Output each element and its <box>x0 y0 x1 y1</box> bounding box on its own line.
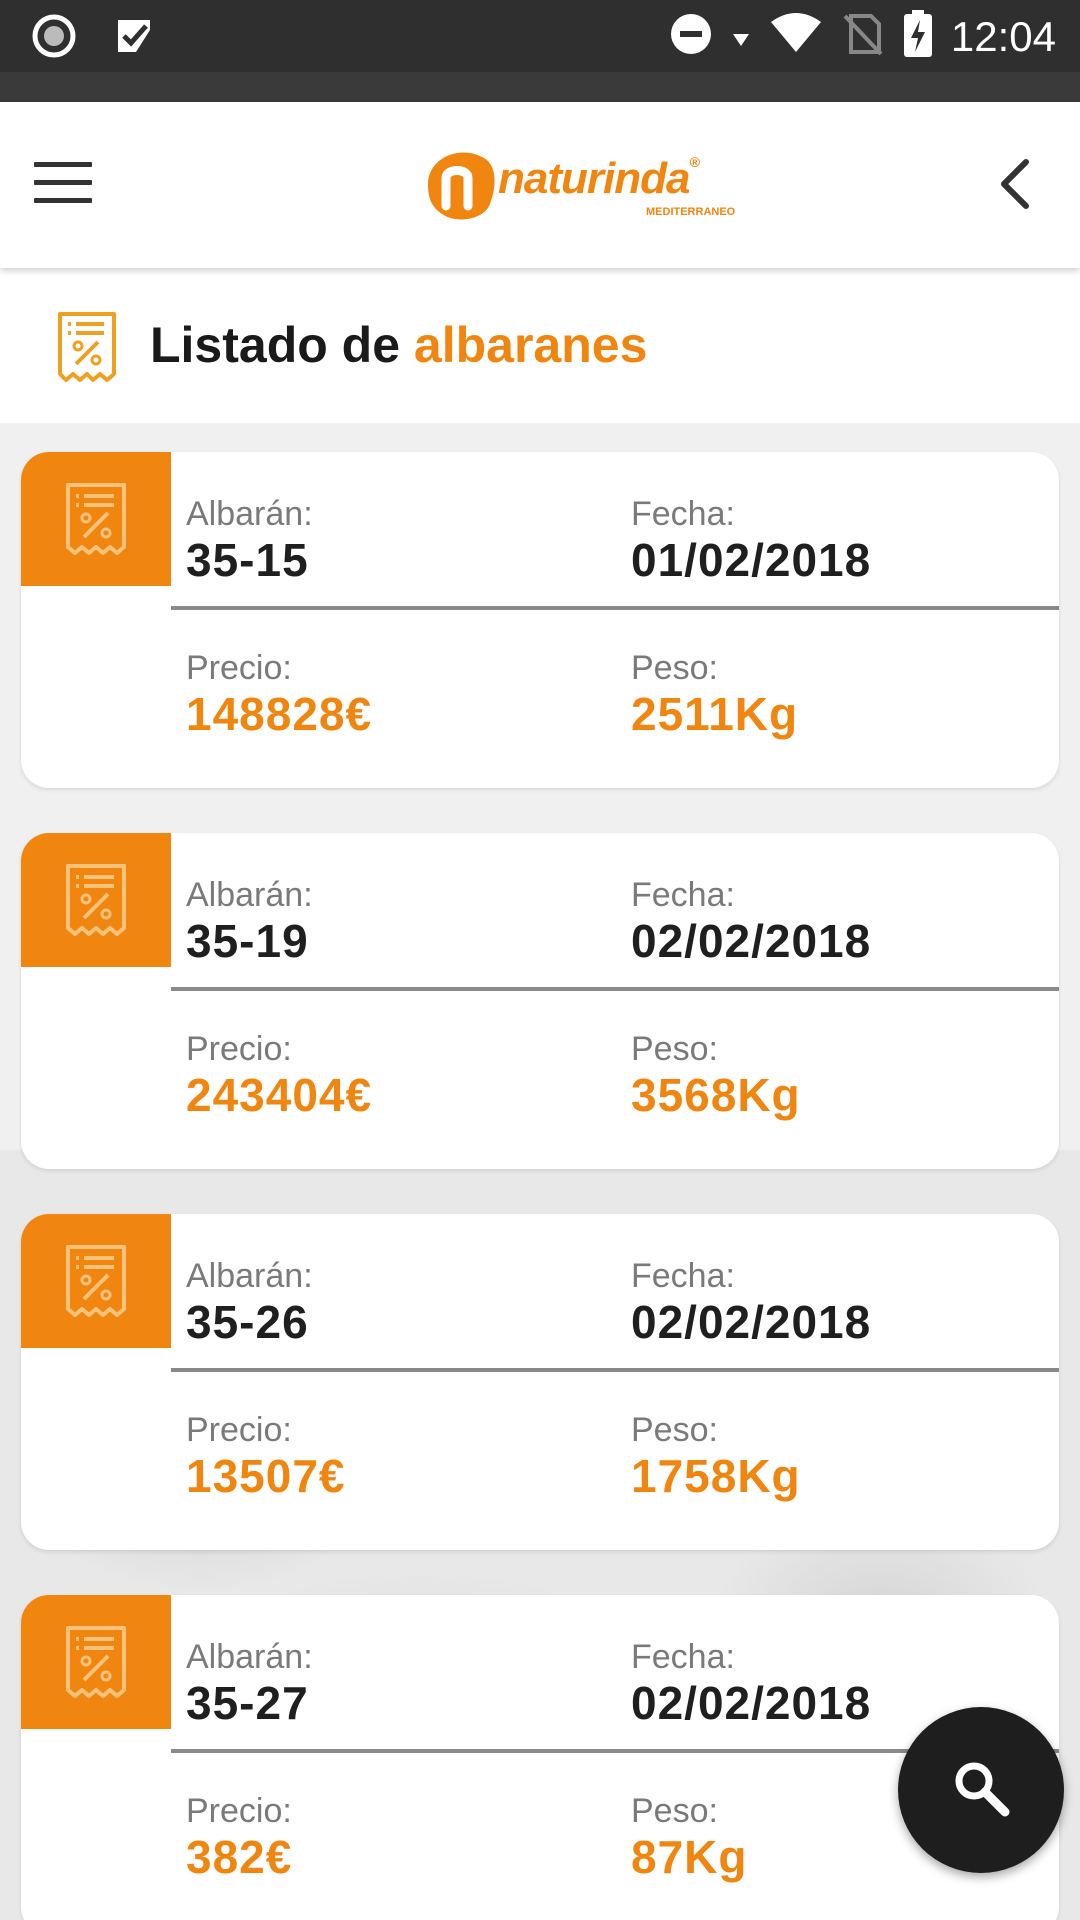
search-icon <box>949 1756 1013 1825</box>
precio-field: Precio: 13507€ <box>186 1411 346 1502</box>
albaranes-list: Albarán: 35-15 Fecha: 01/02/2018 Precio: 14… <box>0 0 1080 1920</box>
fecha-field: Fecha: 02/02/2018 <box>631 1638 872 1729</box>
fecha-field: Fecha: 02/02/2018 <box>631 876 872 967</box>
peso-field: Peso: 1758Kg <box>631 1411 801 1502</box>
card-divider <box>171 987 1059 991</box>
precio-field: Precio: 148828€ <box>186 649 373 740</box>
albaran-field: Albarán: 35-19 <box>186 876 313 967</box>
naturinda-logo: naturinda® MEDITERRANEO <box>420 140 735 230</box>
receipt-percent-icon <box>21 452 171 586</box>
fecha-field: Fecha: 01/02/2018 <box>631 495 872 586</box>
albaran-card[interactable]: Albarán: 35-26 Fecha: 02/02/2018 Precio: 13… <box>21 1214 1059 1550</box>
albaran-card[interactable]: Albarán: 35-19 Fecha: 02/02/2018 Precio: 24… <box>21 833 1059 1169</box>
albaran-field: Albarán: 35-15 <box>186 495 313 586</box>
app-bar: naturinda® MEDITERRANEO <box>0 102 1080 268</box>
hamburger-menu-icon[interactable] <box>34 162 92 203</box>
receipt-percent-icon <box>21 1595 171 1729</box>
peso-field: Peso: 87Kg <box>631 1792 748 1883</box>
receipt-percent-icon <box>21 1214 171 1348</box>
logo-wordmark: naturinda® <box>498 154 700 203</box>
peso-field: Peso: 3568Kg <box>631 1030 801 1121</box>
peso-field: Peso: 2511Kg <box>631 649 799 740</box>
albaran-field: Albarán: 35-27 <box>186 1638 313 1729</box>
receipt-percent-icon <box>21 833 171 967</box>
card-divider <box>171 606 1059 610</box>
albaran-field: Albarán: 35-26 <box>186 1257 313 1348</box>
search-button[interactable] <box>898 1707 1064 1873</box>
fecha-field: Fecha: 02/02/2018 <box>631 1257 872 1348</box>
albaran-card[interactable]: Albarán: 35-15 Fecha: 01/02/2018 Precio: 14… <box>21 452 1059 788</box>
card-divider <box>171 1368 1059 1372</box>
chevron-left-icon[interactable] <box>994 154 1034 214</box>
precio-field: Precio: 243404€ <box>186 1030 373 1121</box>
precio-field: Precio: 382€ <box>186 1792 293 1883</box>
logo-subtitle: MEDITERRANEO <box>646 206 736 218</box>
